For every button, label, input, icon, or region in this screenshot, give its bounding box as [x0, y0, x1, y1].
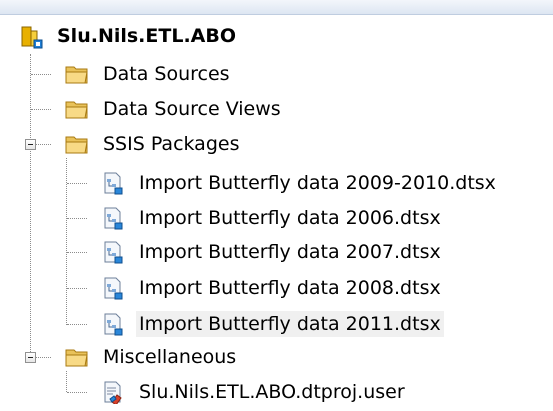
package-icon — [100, 276, 126, 300]
tree-node-package[interactable]: Import Butterfly data 2008.dtsx — [100, 270, 444, 306]
tree-node-data-source-views[interactable]: Data Source Views — [64, 91, 284, 127]
package-icon — [100, 171, 126, 195]
tree-node-package-selected[interactable]: Import Butterfly data 2011.dtsx — [100, 306, 444, 342]
tree-line — [36, 144, 51, 145]
tree-line — [36, 357, 51, 358]
tree-node-label: Import Butterfly data 2006.dtsx — [139, 207, 441, 229]
folder-icon — [64, 62, 90, 86]
tree-node-project[interactable]: Slu.Nils.ETL.ABO — [20, 18, 239, 54]
tree-line — [67, 252, 87, 253]
folder-icon — [64, 345, 90, 369]
tree-node-label: Slu.Nils.ETL.ABO — [57, 25, 236, 47]
project-icon — [20, 24, 46, 49]
collapse-ssis-packages-button[interactable] — [25, 139, 36, 150]
package-icon — [100, 240, 126, 264]
folder-icon — [64, 132, 90, 156]
tree-node-package[interactable]: Import Butterfly data 2009-2010.dtsx — [100, 165, 499, 201]
folder-icon — [64, 97, 90, 121]
tree-node-label: Slu.Nils.ETL.ABO.dtproj.user — [139, 381, 405, 403]
solution-explorer-tree: Slu.Nils.ETL.ABO Data Sources Data Sourc… — [0, 0, 553, 411]
tree-node-label: SSIS Packages — [103, 133, 240, 155]
tree-node-package[interactable]: Import Butterfly data 2006.dtsx — [100, 200, 444, 236]
tree-line — [67, 392, 87, 393]
package-icon — [100, 206, 126, 230]
tree-line — [67, 183, 87, 184]
tree-node-miscellaneous[interactable]: Miscellaneous — [64, 339, 239, 375]
tree-line — [31, 109, 51, 110]
tree-node-label: Import Butterfly data 2007.dtsx — [139, 241, 441, 263]
package-icon — [100, 312, 126, 336]
tree-line — [30, 54, 31, 356]
tree-node-label: Miscellaneous — [103, 346, 237, 368]
tree-node-label: Data Sources — [103, 63, 230, 85]
tree-node-ssis-packages[interactable]: SSIS Packages — [64, 126, 242, 162]
tree-node-label: Import Butterfly data 2009-2010.dtsx — [139, 172, 496, 194]
collapse-miscellaneous-button[interactable] — [25, 352, 36, 363]
tree-line — [67, 324, 87, 325]
tree-line — [31, 74, 51, 75]
tree-node-package[interactable]: Import Butterfly data 2007.dtsx — [100, 234, 444, 270]
tree-node-data-sources[interactable]: Data Sources — [64, 56, 233, 92]
tree-node-label: Data Source Views — [103, 98, 281, 120]
tree-node-user-file[interactable]: Slu.Nils.ETL.ABO.dtproj.user — [100, 374, 408, 410]
tree-line — [67, 218, 87, 219]
tree-node-label: Import Butterfly data 2008.dtsx — [139, 277, 441, 299]
tree-node-label: Import Butterfly data 2011.dtsx — [136, 311, 444, 337]
user-file-icon — [100, 380, 126, 404]
tree-line — [67, 288, 87, 289]
